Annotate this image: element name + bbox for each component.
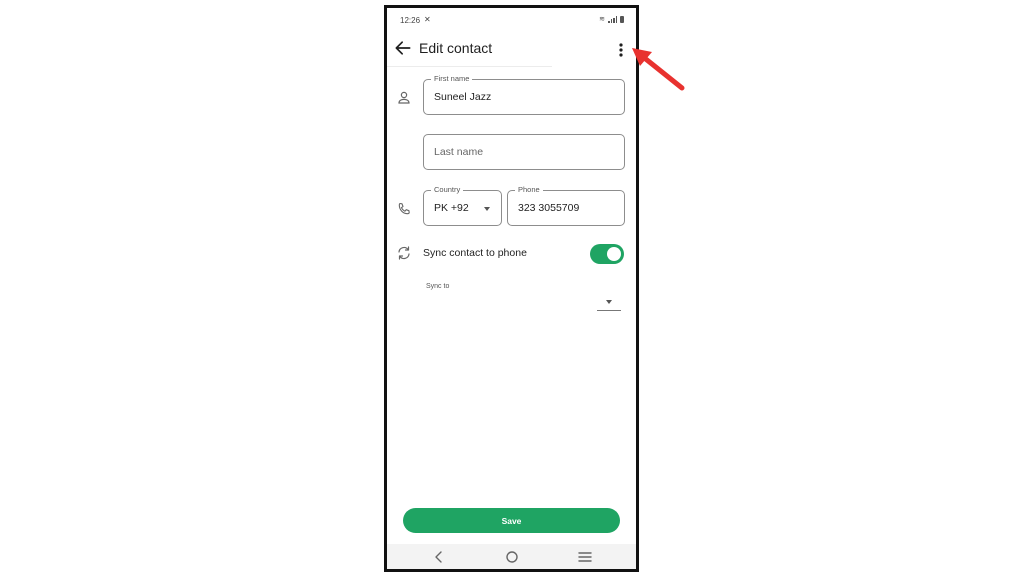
- status-icons: ≋: [599, 15, 624, 23]
- sync-contact-label: Sync contact to phone: [423, 247, 527, 259]
- sync-contact-toggle[interactable]: [590, 244, 624, 264]
- app-bar: Edit contact: [387, 34, 636, 66]
- person-icon: [398, 91, 410, 104]
- app-bar-divider: [387, 66, 552, 67]
- save-button[interactable]: Save: [403, 508, 620, 533]
- signal-icon: [608, 15, 617, 23]
- sync-to-label: Sync to: [426, 283, 450, 290]
- nav-home-icon[interactable]: [504, 549, 520, 565]
- battery-icon: [620, 15, 624, 23]
- status-time: 12:26: [400, 16, 421, 25]
- status-bar: 12:26 ✕ ≋: [387, 8, 636, 30]
- country-code-select[interactable]: Country PK +92: [423, 185, 502, 226]
- system-nav-bar: [387, 544, 636, 569]
- phone-field[interactable]: Phone 323 3055709: [507, 185, 625, 226]
- sync-icon: [398, 246, 410, 260]
- country-label: Country: [431, 185, 464, 194]
- phone-value: 323 3055709: [518, 202, 580, 214]
- chevron-down-icon: [606, 300, 612, 304]
- notification-icon: ✕: [424, 15, 431, 24]
- nav-back-icon[interactable]: [431, 549, 447, 565]
- more-vert-icon[interactable]: [617, 42, 625, 58]
- phone-label: Phone: [515, 185, 543, 194]
- first-name-label: First name: [431, 74, 473, 83]
- first-name-value: Suneel Jazz: [434, 91, 492, 103]
- first-name-field[interactable]: First name Suneel Jazz: [423, 74, 625, 115]
- phone-screen: 12:26 ✕ ≋ Edit contact First name Suneel…: [384, 5, 639, 572]
- nav-recents-icon[interactable]: [577, 549, 593, 565]
- sync-to-select[interactable]: [597, 295, 621, 311]
- last-name-placeholder: Last name: [434, 146, 484, 158]
- wifi-calling-icon: ≋: [599, 16, 605, 23]
- sync-to-underline: [597, 310, 621, 311]
- chevron-down-icon: [484, 207, 490, 211]
- phone-icon: [398, 202, 410, 215]
- page-title: Edit contact: [419, 40, 493, 56]
- country-value: PK +92: [434, 202, 469, 214]
- last-name-field[interactable]: Last name: [423, 134, 625, 170]
- back-arrow-icon[interactable]: [393, 38, 413, 58]
- toggle-knob: [607, 247, 621, 261]
- annotation-arrow-icon: [632, 48, 685, 91]
